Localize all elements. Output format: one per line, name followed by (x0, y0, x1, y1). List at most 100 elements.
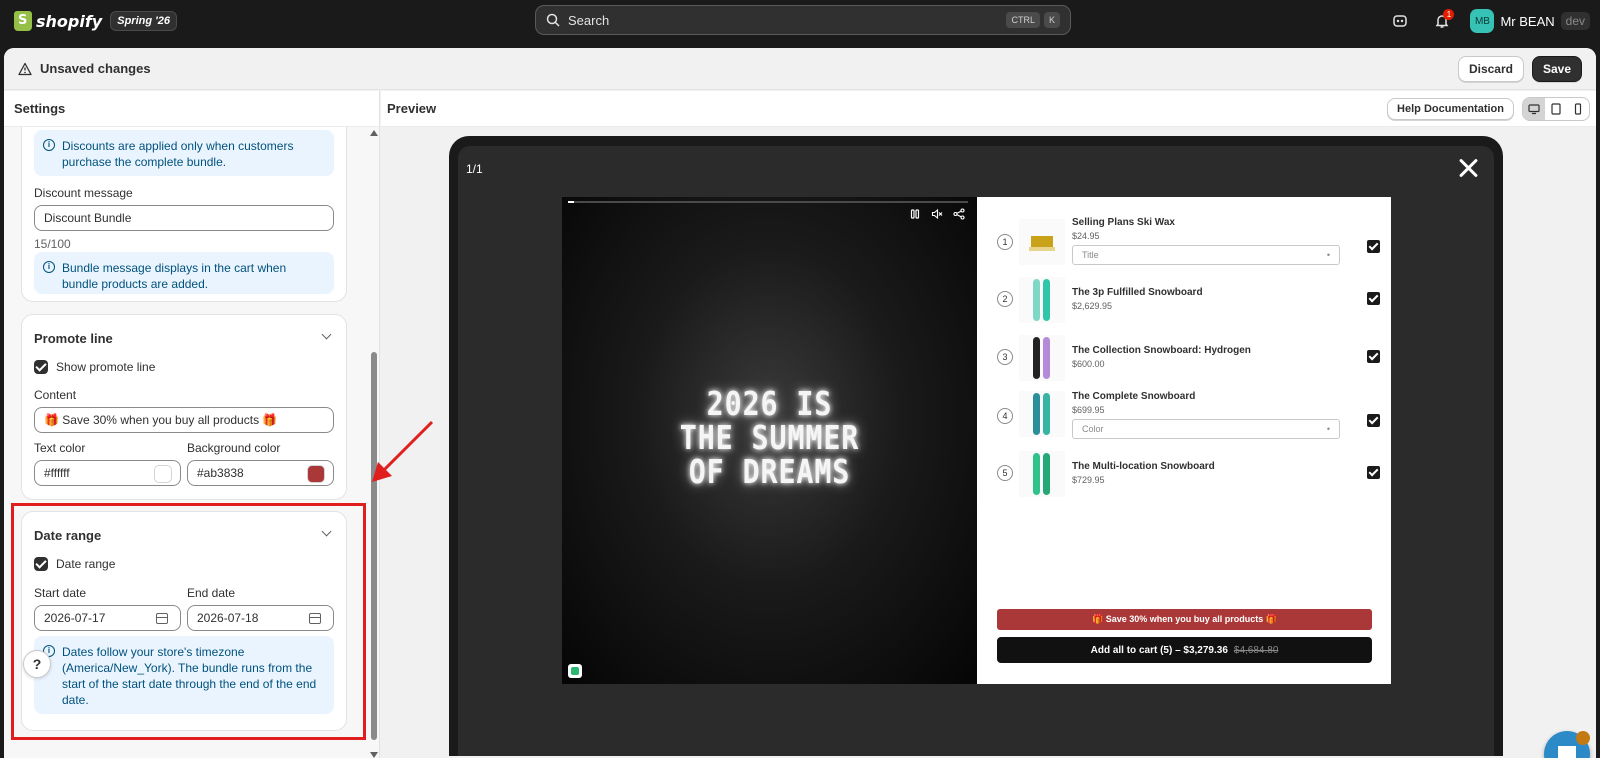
promote-line-title: Promote line (34, 331, 113, 346)
promote-line-card: Promote line Show promote line Content 🎁… (21, 314, 347, 500)
discount-message-count: 15/100 (34, 237, 71, 251)
help-documentation-button[interactable]: Help Documentation (1387, 97, 1514, 120)
product-checkbox[interactable] (1367, 466, 1380, 479)
product-thumbnail (1019, 335, 1065, 381)
chevron-down-icon[interactable] (321, 329, 332, 340)
help-button[interactable]: ? (23, 650, 51, 678)
scroll-up-arrow-icon[interactable] (370, 130, 378, 136)
settings-scroll-area[interactable]: i Discounts are applied only when custom… (4, 127, 368, 758)
variant-select[interactable]: Color • (1072, 419, 1340, 439)
calendar-icon[interactable] (309, 613, 321, 624)
desktop-view-button[interactable] (1523, 97, 1545, 120)
product-thumbnail (1019, 219, 1065, 265)
chat-button[interactable] (1544, 731, 1590, 758)
user-tag: dev (1560, 12, 1590, 30)
discount-message-label: Discount message (34, 186, 133, 200)
date-range-toggle-label: Date range (56, 557, 116, 571)
background-color-label: Background color (187, 441, 281, 455)
product-checkbox[interactable] (1367, 350, 1380, 363)
product-price: $24.95 (1072, 231, 1100, 241)
video-progress-bar[interactable] (568, 201, 968, 203)
product-checkbox[interactable] (1367, 414, 1380, 427)
list-item: 5 The Multi-location Snowboard $729.95 (997, 451, 1380, 501)
product-checkbox[interactable] (1367, 292, 1380, 305)
chevron-down-icon[interactable] (321, 526, 332, 537)
user-menu[interactable]: MB Mr BEAN dev (1470, 9, 1590, 33)
end-date-label: End date (187, 586, 236, 600)
product-thumbnail (1019, 277, 1065, 323)
mobile-view-button[interactable] (1567, 98, 1589, 120)
discard-button[interactable]: Discard (1457, 55, 1524, 82)
calendar-icon[interactable] (156, 613, 168, 624)
video-player[interactable]: 2026 IS THE SUMMER OF DREAMS (562, 197, 977, 684)
discount-info-text: Discounts are applied only when customer… (62, 139, 294, 169)
slide-counter: 1/1 (466, 162, 483, 176)
mobile-icon (1574, 102, 1582, 115)
content-input[interactable]: 🎁 Save 30% when you buy all products 🎁 (34, 407, 334, 433)
background-color-value: #ab3838 (197, 466, 244, 480)
mute-icon[interactable] (931, 208, 943, 220)
scroll-down-arrow-icon[interactable] (370, 752, 378, 758)
variant-select-value: Title (1082, 250, 1099, 260)
show-promote-line-checkbox[interactable]: Show promote line (34, 360, 155, 374)
product-name: The Multi-location Snowboard (1072, 461, 1215, 472)
date-range-checkbox[interactable]: Date range (34, 557, 115, 571)
list-item: 4 The Complete Snowboard $699.95 Color • (997, 391, 1380, 441)
unsaved-changes-bar: Unsaved changes Discard Save (4, 48, 1596, 90)
save-button[interactable]: Save (1531, 55, 1582, 82)
product-name: The Complete Snowboard (1072, 391, 1196, 402)
product-number: 4 (997, 408, 1013, 424)
cart-old-price: $4,684.80 (1233, 644, 1279, 656)
background-color-input[interactable]: #ab3838 (187, 460, 334, 486)
text-color-swatch[interactable] (154, 465, 172, 483)
device-toggle (1522, 96, 1590, 121)
select-arrow-icon: • (1326, 250, 1330, 260)
end-date-value: 2026-07-18 (197, 611, 259, 625)
pause-icon[interactable] (909, 208, 921, 220)
product-number: 2 (997, 291, 1013, 307)
product-checkbox[interactable] (1367, 240, 1380, 253)
bundle-info-text: Bundle message displays in the cart when… (62, 261, 287, 291)
sidekick-icon[interactable] (1386, 7, 1414, 35)
product-name: The Collection Snowboard: Hydrogen (1072, 345, 1251, 356)
kbd-ctrl: CTRL (1006, 12, 1040, 28)
promote-line-bar: 🎁 Save 30% when you buy all products 🎁 (997, 609, 1372, 630)
close-icon[interactable] (1456, 156, 1480, 180)
shopify-logo[interactable]: shopify (14, 11, 102, 31)
timezone-info-text: Dates follow your store's timezone (Amer… (62, 645, 317, 707)
text-color-input[interactable]: #ffffff (34, 460, 181, 486)
background-color-swatch[interactable] (307, 465, 325, 483)
search-placeholder: Search (568, 12, 610, 28)
date-range-card: Date range Date range Start date 2026-07… (21, 511, 347, 731)
video-headline: 2026 IS THE SUMMER OF DREAMS (679, 384, 860, 491)
variant-select[interactable]: Title • (1072, 245, 1340, 265)
logo-text: shopify (36, 11, 103, 31)
discount-card: i Discounts are applied only when custom… (21, 127, 347, 302)
edition-badge: Spring '26 (110, 11, 177, 31)
add-all-to-cart-button[interactable]: Add all to cart (5) – $3,279.36 $4,684.8… (997, 637, 1372, 663)
info-icon: i (43, 261, 55, 273)
desktop-icon (1528, 103, 1540, 114)
start-date-input[interactable]: 2026-07-17 (34, 605, 181, 631)
warning-icon (18, 62, 32, 75)
product-number: 5 (997, 465, 1013, 481)
list-item: 3 The Collection Snowboard: Hydrogen $60… (997, 335, 1380, 385)
checkbox-checked[interactable] (34, 360, 48, 374)
date-range-title: Date range (34, 528, 102, 543)
annotation-arrow-icon (372, 420, 434, 482)
timezone-info-banner: i Dates follow your store's timezone (Am… (34, 636, 334, 714)
checkbox-checked[interactable] (34, 557, 48, 571)
share-icon[interactable] (953, 208, 965, 220)
discount-info-banner: i Discounts are applied only when custom… (34, 130, 334, 176)
product-price: $729.95 (1072, 475, 1105, 485)
preview-panel: Preview Help Documentation 1/1 2026 IS T… (381, 91, 1596, 758)
notifications-bell-icon[interactable]: 1 (1428, 7, 1456, 35)
top-bar: shopify Spring '26 Search CTRL K 1 MB Mr… (0, 0, 1600, 42)
start-date-value: 2026-07-17 (44, 611, 106, 625)
end-date-input[interactable]: 2026-07-18 (187, 605, 334, 631)
search-bar[interactable]: Search CTRL K (535, 5, 1071, 35)
main-window: Unsaved changes Discard Save Settings i … (4, 48, 1596, 758)
tablet-view-button[interactable] (1545, 98, 1567, 120)
scrollbar-thumb[interactable] (371, 352, 377, 740)
discount-message-input[interactable]: Discount Bundle (34, 205, 334, 231)
